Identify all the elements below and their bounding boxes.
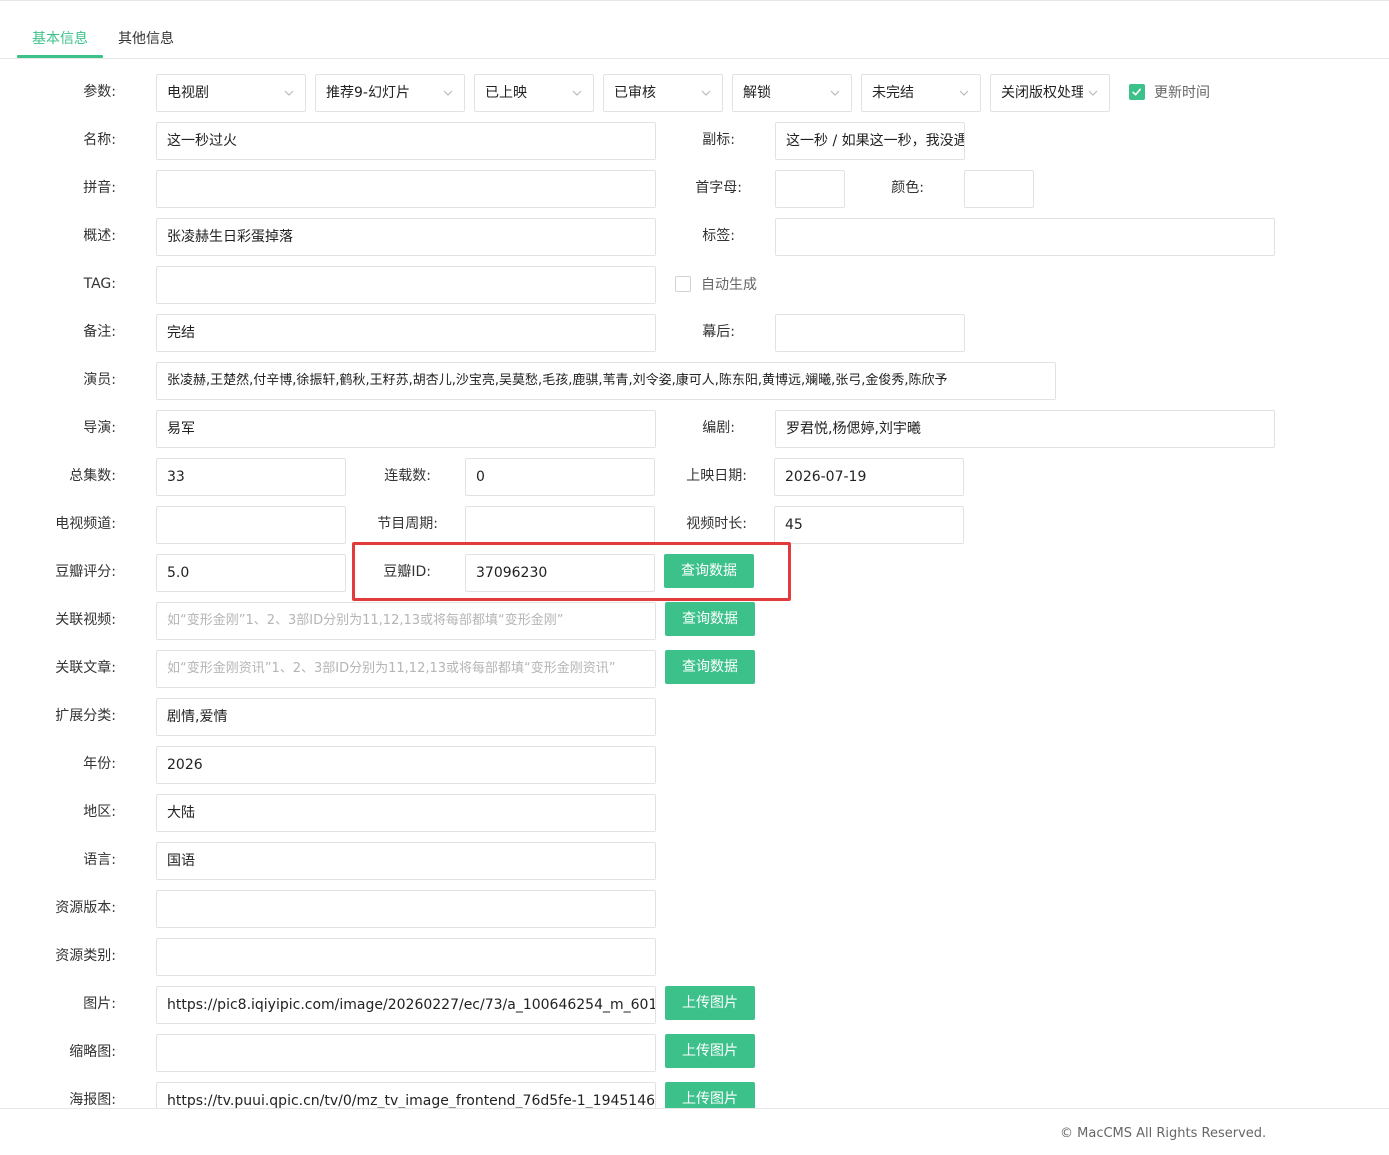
chevron-down-icon (830, 90, 840, 96)
rel-vod-label: 关联视频: (55, 612, 116, 628)
auto-generate-checkbox[interactable] (675, 276, 691, 292)
weekday-label: 节目周期: (377, 516, 438, 532)
checkmark-icon (1132, 88, 1142, 96)
copyright-text: © MacCMS All Rights Reserved. (1060, 1126, 1267, 1141)
tab-bar: 基本信息 其他信息 (0, 20, 1389, 59)
level-select-value: 推荐9-幻灯片 (326, 85, 410, 101)
director-label: 导演: (83, 420, 116, 436)
state-label: 资源类别: (55, 948, 116, 964)
lang-label: 语言: (83, 852, 116, 868)
params-label: 参数: (83, 84, 116, 100)
serial-input[interactable]: 0 (465, 458, 655, 496)
release-status-value: 已上映 (485, 85, 527, 101)
color-label: 颜色: (891, 180, 924, 196)
color-input[interactable] (964, 170, 1034, 208)
type-select[interactable]: 电视剧 (156, 74, 306, 112)
pubdate-label: 上映日期: (686, 468, 747, 484)
tags-input[interactable] (775, 218, 1275, 256)
chevron-down-icon (1088, 90, 1098, 96)
query-rel-art-button[interactable]: 查询数据 (665, 650, 755, 684)
upload-pic-button[interactable]: 上传图片 (665, 986, 755, 1020)
duration-input[interactable]: 45 (774, 506, 964, 544)
subtitle-input[interactable]: 这一秒 / 如果这一秒，我没遇见你 (775, 122, 965, 160)
thumb-input[interactable] (156, 1034, 656, 1072)
audit-status-select[interactable]: 已审核 (603, 74, 723, 112)
tv-label: 电视频道: (55, 516, 116, 532)
footer-border (0, 1108, 1389, 1109)
year-label: 年份: (83, 756, 116, 772)
state-input[interactable] (156, 938, 656, 976)
name-input[interactable]: 这一秒过火 (156, 122, 656, 160)
summary-label: 概述: (83, 228, 116, 244)
lock-select[interactable]: 解锁 (732, 74, 852, 112)
chevron-down-icon (572, 90, 582, 96)
finish-status-select[interactable]: 未完结 (861, 74, 981, 112)
copyright-select[interactable]: 关闭版权处理 (990, 74, 1110, 112)
release-status-select[interactable]: 已上映 (474, 74, 594, 112)
douban-score-label: 豆瓣评分: (55, 564, 116, 580)
update-time-checkbox[interactable] (1129, 84, 1145, 100)
pinyin-label: 拼音: (83, 180, 116, 196)
area-input[interactable]: 大陆 (156, 794, 656, 832)
area-label: 地区: (83, 804, 116, 820)
rel-art-label: 关联文章: (55, 660, 116, 676)
year-input[interactable]: 2026 (156, 746, 656, 784)
version-input[interactable] (156, 890, 656, 928)
douban-id-label: 豆瓣ID: (383, 564, 431, 580)
type-select-value: 电视剧 (167, 85, 209, 101)
weekday-input[interactable] (465, 506, 655, 544)
top-border (0, 0, 1389, 1)
update-time-label: 更新时间 (1154, 85, 1210, 101)
pic-label: 图片: (83, 996, 116, 1012)
subtitle-label: 副标: (702, 132, 735, 148)
auto-generate-label: 自动生成 (701, 277, 757, 293)
remark-input[interactable]: 完结 (156, 314, 656, 352)
writer-input[interactable]: 罗君悦,杨偲婷,刘宇曦 (775, 410, 1275, 448)
remark-label: 备注: (83, 324, 116, 340)
duration-label: 视频时长: (686, 516, 747, 532)
lang-input[interactable]: 国语 (156, 842, 656, 880)
director-input[interactable]: 易军 (156, 410, 656, 448)
initial-label: 首字母: (695, 180, 742, 196)
tags-label: 标签: (702, 228, 735, 244)
chevron-down-icon (284, 90, 294, 96)
pic-input[interactable]: https://pic8.iqiyipic.com/image/20260227… (156, 986, 656, 1024)
tag-input[interactable] (156, 266, 656, 304)
version-label: 资源版本: (55, 900, 116, 916)
copyright-select-value: 关闭版权处理 (1001, 85, 1083, 101)
chevron-down-icon (701, 90, 711, 96)
finish-status-value: 未完结 (872, 85, 914, 101)
serial-label: 连载数: (384, 468, 431, 484)
pubdate-input[interactable]: 2026-07-19 (774, 458, 964, 496)
summary-input[interactable]: 张凌赫生日彩蛋掉落 (156, 218, 656, 256)
behind-input[interactable] (775, 314, 965, 352)
chevron-down-icon (443, 90, 453, 96)
active-tab-indicator (17, 55, 103, 58)
thumb-label: 缩略图: (69, 1044, 116, 1060)
behind-label: 幕后: (702, 324, 735, 340)
tab-basic-info[interactable]: 基本信息 (32, 20, 88, 58)
actors-label: 演员: (83, 372, 116, 388)
actors-input[interactable]: 张凌赫,王楚然,付辛博,徐振轩,鹤秋,王籽苏,胡杏儿,沙宝亮,吴莫愁,毛孩,鹿骐… (156, 362, 1056, 400)
chevron-down-icon (959, 90, 969, 96)
rel-vod-input[interactable]: 如“变形金刚”1、2、3部ID分别为11,12,13或将每部都填“变形金刚” (156, 602, 656, 640)
query-rel-vod-button[interactable]: 查询数据 (665, 602, 755, 636)
class-input[interactable]: 剧情,爱情 (156, 698, 656, 736)
upload-thumb-button[interactable]: 上传图片 (665, 1034, 755, 1068)
tv-input[interactable] (156, 506, 346, 544)
rel-art-input[interactable]: 如“变形金刚资讯”1、2、3部ID分别为11,12,13或将每部都填“变形金刚资… (156, 650, 656, 688)
total-label: 总集数: (69, 468, 116, 484)
query-douban-button[interactable]: 查询数据 (664, 554, 754, 588)
pinyin-input[interactable] (156, 170, 656, 208)
writer-label: 编剧: (702, 420, 735, 436)
tag-label: TAG: (83, 276, 116, 292)
lock-select-value: 解锁 (743, 85, 771, 101)
tab-other-info[interactable]: 其他信息 (118, 20, 174, 58)
level-select[interactable]: 推荐9-幻灯片 (315, 74, 465, 112)
name-label: 名称: (83, 132, 116, 148)
douban-id-input[interactable]: 37096230 (465, 554, 655, 592)
audit-status-value: 已审核 (614, 85, 656, 101)
class-label: 扩展分类: (55, 708, 116, 724)
